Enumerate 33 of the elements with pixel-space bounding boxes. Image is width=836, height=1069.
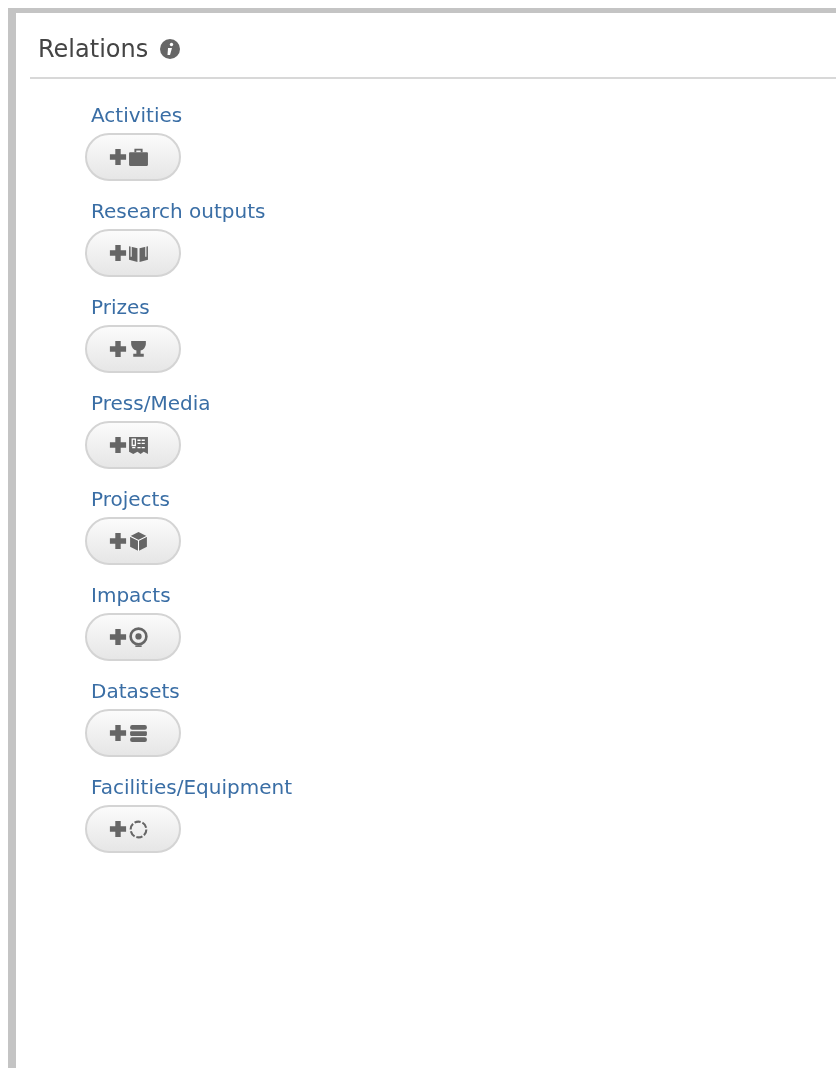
plus-icon: [109, 148, 127, 166]
plus-icon: [109, 532, 127, 550]
section-title: Relations: [38, 35, 149, 63]
add-relation-button[interactable]: [85, 421, 181, 469]
relation-link[interactable]: Projects: [91, 487, 170, 511]
add-relation-button[interactable]: [85, 805, 181, 853]
ring-icon: [128, 818, 149, 840]
relation-link[interactable]: Press/Media: [91, 391, 211, 415]
plus-icon: [109, 436, 127, 454]
plus-icon: [109, 244, 127, 262]
add-relation-button[interactable]: [85, 325, 181, 373]
plus-icon: [109, 820, 127, 838]
info-icon[interactable]: [160, 39, 181, 59]
add-relation-button[interactable]: [85, 709, 181, 757]
add-relation-button[interactable]: [85, 133, 181, 181]
cube-icon: [128, 530, 149, 552]
relation-link[interactable]: Datasets: [91, 679, 180, 703]
add-relation-button[interactable]: [85, 613, 181, 661]
add-relation-button[interactable]: [85, 229, 181, 277]
relation-link[interactable]: Impacts: [91, 583, 171, 607]
relation-link[interactable]: Prizes: [91, 295, 150, 319]
plus-icon: [109, 340, 127, 358]
plus-icon: [109, 724, 127, 742]
database-icon: [128, 722, 149, 744]
newspaper-icon: [128, 434, 149, 456]
relation-link[interactable]: Facilities/Equipment: [91, 775, 292, 799]
briefcase-icon: [128, 146, 149, 168]
target-icon: [128, 626, 149, 648]
add-relation-button[interactable]: [85, 517, 181, 565]
plus-icon: [109, 628, 127, 646]
relation-link[interactable]: Research outputs: [91, 199, 266, 223]
relation-link[interactable]: Activities: [91, 103, 183, 127]
trophy-icon: [128, 338, 149, 360]
